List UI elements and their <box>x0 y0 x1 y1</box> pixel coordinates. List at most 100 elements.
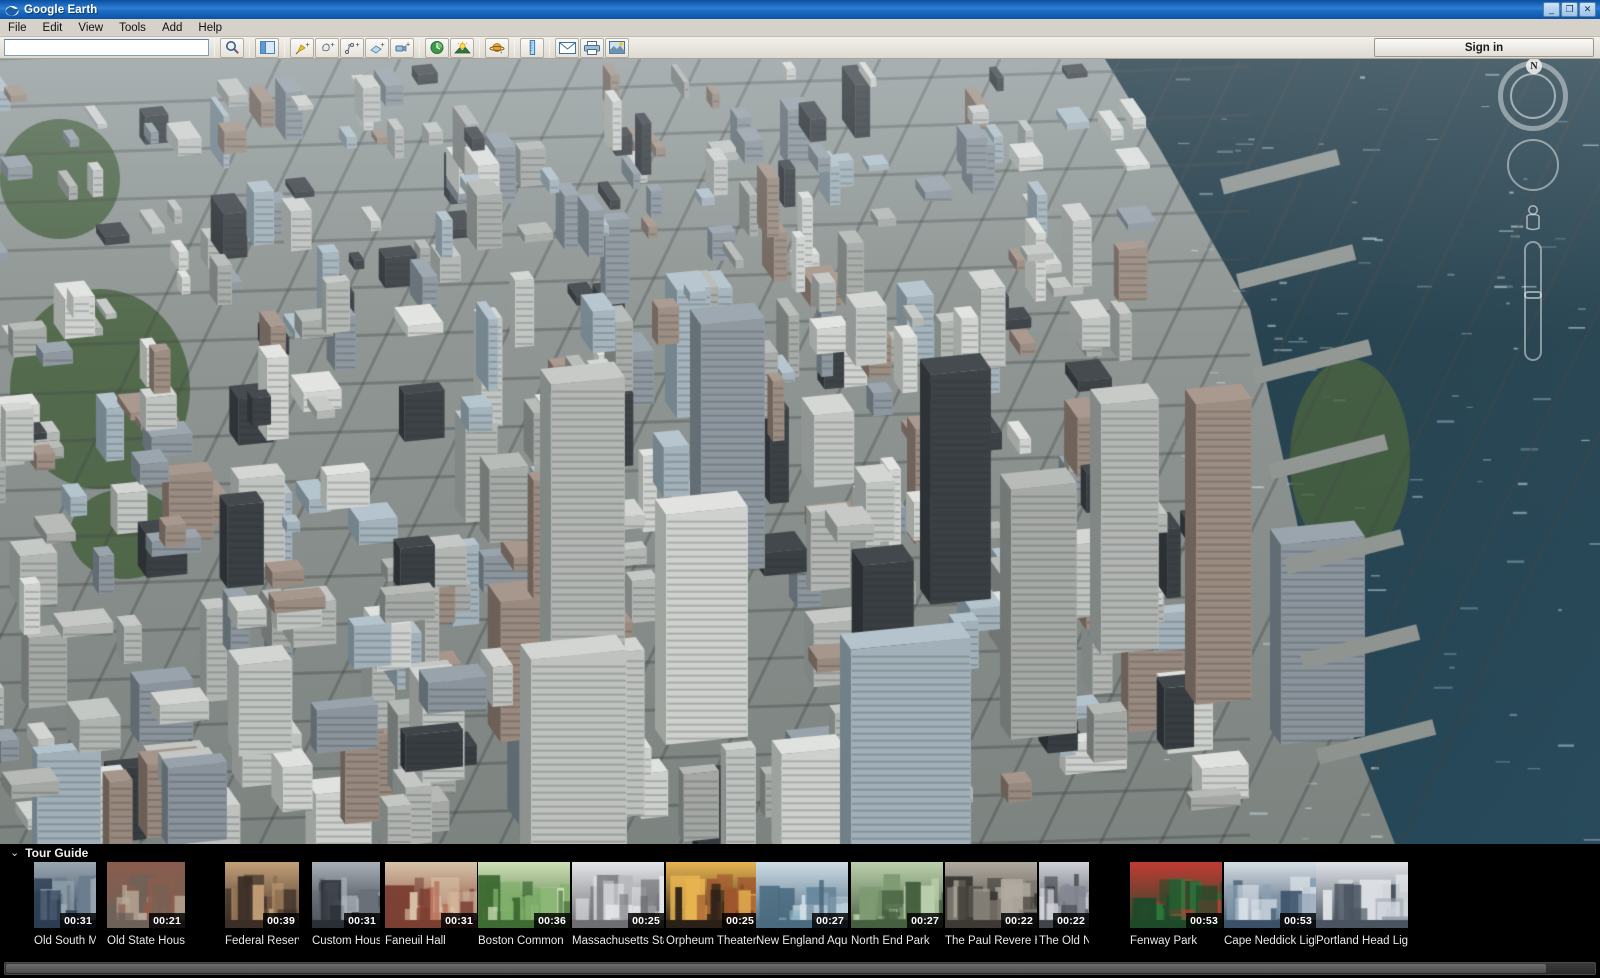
aerial-imagery[interactable] <box>0 59 1600 844</box>
tour-thumbnail[interactable]: 00:53 <box>1224 862 1316 928</box>
tour-guide-item[interactable]: 00:27 New England Aquari... <box>756 862 848 957</box>
tour-item-label: Portland Head Light <box>1316 935 1408 947</box>
toolbar-separator <box>514 39 515 57</box>
tour-guide-item[interactable]: 00:27 North End Park <box>851 862 943 957</box>
tour-thumbnail[interactable]: 00:27 <box>756 862 848 928</box>
toolbar-separator <box>419 39 420 57</box>
close-button[interactable]: ✕ <box>1579 2 1596 17</box>
historical-imagery-icon[interactable] <box>425 38 449 58</box>
tour-guide-strip[interactable]: 00:31Old South Meeting ...00:21Old State… <box>0 862 1600 957</box>
tour-duration-badge: 00:53 <box>1186 913 1222 928</box>
chevron-double-down-icon[interactable]: ⌄ <box>10 848 19 859</box>
add-path-icon[interactable]: + <box>340 38 364 58</box>
toolbar-separator <box>214 39 215 57</box>
print-icon[interactable] <box>580 38 604 58</box>
toolbar-group-share <box>555 38 629 58</box>
record-tour-icon[interactable]: + <box>390 38 414 58</box>
menu-item-view[interactable]: View <box>70 20 111 36</box>
toggle-sidebar-icon[interactable] <box>255 38 279 58</box>
planets-icon[interactable] <box>485 38 509 58</box>
menu-item-tools[interactable]: Tools <box>111 20 154 36</box>
tour-guide-item[interactable]: 00:31 Faneuil Hall <box>385 862 477 957</box>
tour-item-label: The Paul Revere Ho... <box>945 935 1037 947</box>
toolbar-group-add: + + + + <box>290 38 414 58</box>
tour-guide-item[interactable]: 00:25 Orpheum Theater <box>666 862 758 957</box>
view-in-maps-icon[interactable] <box>605 38 629 58</box>
tour-duration-badge: 00:22 <box>1001 913 1037 928</box>
window-controls: _ ❐ ✕ <box>1543 2 1598 17</box>
globe-icon <box>4 3 20 17</box>
tour-thumbnail[interactable]: 00:53 <box>1130 862 1222 928</box>
tour-guide-item[interactable]: 00:21Old State House <box>107 862 185 957</box>
tour-guide-item[interactable]: 00:22 The Old North Church <box>1039 862 1089 957</box>
tour-guide-item[interactable]: 00:39 Federal Reserve Ba... <box>225 862 299 957</box>
tour-item-label: Fenway Park <box>1130 935 1222 947</box>
tour-duration-badge: 00:39 <box>263 913 299 928</box>
restore-button[interactable]: ❐ <box>1561 2 1578 17</box>
tour-thumbnail[interactable] <box>1316 862 1408 928</box>
tour-thumbnail[interactable]: 00:22 <box>1039 862 1089 928</box>
tour-item-label: North End Park <box>851 935 943 947</box>
ruler-icon[interactable] <box>520 38 544 58</box>
tour-thumbnail[interactable]: 00:22 <box>945 862 1037 928</box>
add-placemark-icon[interactable]: + <box>290 38 314 58</box>
svg-text:+: + <box>380 42 384 49</box>
tour-item-label: The Old North Church <box>1039 935 1089 947</box>
svg-text:+: + <box>330 42 334 49</box>
menu-item-help[interactable]: Help <box>190 20 230 36</box>
add-polygon-icon[interactable]: + <box>315 38 339 58</box>
search-input[interactable] <box>4 39 209 56</box>
tour-duration-badge: 00:27 <box>812 913 848 928</box>
tour-guide-item[interactable]: 00:31Old South Meeting ... <box>34 862 96 957</box>
tour-duration-badge: 00:31 <box>344 913 380 928</box>
sign-in-button[interactable]: Sign in <box>1374 38 1594 57</box>
tour-guide-item[interactable]: 00:36 Boston Common <box>478 862 570 957</box>
tour-duration-badge: 00:31 <box>441 913 477 928</box>
tour-item-label: New England Aquari... <box>756 935 848 947</box>
google-earth-window: Google Earth _ ❐ ✕ File Edit View Tools … <box>0 0 1600 978</box>
tour-thumbnail[interactable]: 00:36 <box>478 862 570 928</box>
tour-guide-item[interactable]: Portland Head Light <box>1316 862 1408 957</box>
tour-item-label: Faneuil Hall <box>385 935 477 947</box>
tour-duration-badge: 00:21 <box>149 913 185 928</box>
tour-guide-scrollbar-thumb[interactable] <box>6 964 1546 973</box>
svg-text:+: + <box>406 41 410 48</box>
menu-item-file[interactable]: File <box>0 20 35 36</box>
tour-thumbnail[interactable]: 00:31 <box>385 862 477 928</box>
tour-thumbnail[interactable]: 00:31 <box>34 862 96 928</box>
tour-guide-header[interactable]: ⌄ Tour Guide <box>0 844 1600 862</box>
tour-thumbnail[interactable]: 00:25 <box>572 862 664 928</box>
add-image-overlay-icon[interactable]: + <box>365 38 389 58</box>
tour-guide-item[interactable]: 00:53 Fenway Park <box>1130 862 1222 957</box>
tour-item-label: Orpheum Theater <box>666 935 758 947</box>
tour-guide-item[interactable]: 00:53Cape Neddick Light... <box>1224 862 1316 957</box>
tour-thumbnail[interactable]: 00:39 <box>225 862 299 928</box>
search-icon[interactable] <box>220 38 244 58</box>
earth-3d-view[interactable]: N <box>0 59 1600 844</box>
toolbar-separator <box>284 39 285 57</box>
svg-text:+: + <box>305 42 309 49</box>
main-toolbar: + + + + <box>0 37 1600 59</box>
tour-guide-item[interactable]: 00:22 The Paul Revere Ho... <box>945 862 1037 957</box>
tour-thumbnail[interactable]: 00:21 <box>107 862 185 928</box>
tour-item-label: Federal Reserve Ba... <box>225 935 299 947</box>
toolbar-separator <box>479 39 480 57</box>
tour-guide-item[interactable]: 00:25 Massachusetts Stat... <box>572 862 664 957</box>
tour-guide-scrollbar[interactable] <box>4 962 1596 975</box>
tour-guide-item[interactable]: 00:31Custom House Tower <box>312 862 380 957</box>
tour-item-label: Boston Common <box>478 935 570 947</box>
menu-item-edit[interactable]: Edit <box>35 20 71 36</box>
tour-thumbnail[interactable]: 00:27 <box>851 862 943 928</box>
menu-bar: File Edit View Tools Add Help <box>0 19 1600 37</box>
tour-duration-badge: 00:22 <box>1053 913 1089 928</box>
tour-guide-title: Tour Guide <box>25 846 88 860</box>
menu-item-add[interactable]: Add <box>154 20 190 36</box>
toolbar-separator <box>249 39 250 57</box>
email-icon[interactable] <box>555 38 579 58</box>
minimize-button[interactable]: _ <box>1543 2 1560 17</box>
tour-thumbnail[interactable]: 00:25 <box>666 862 758 928</box>
tour-item-label: Massachusetts Stat... <box>572 935 664 947</box>
sunlight-icon[interactable] <box>450 38 474 58</box>
tour-thumbnail[interactable]: 00:31 <box>312 862 380 928</box>
toolbar-group-view <box>255 38 279 58</box>
